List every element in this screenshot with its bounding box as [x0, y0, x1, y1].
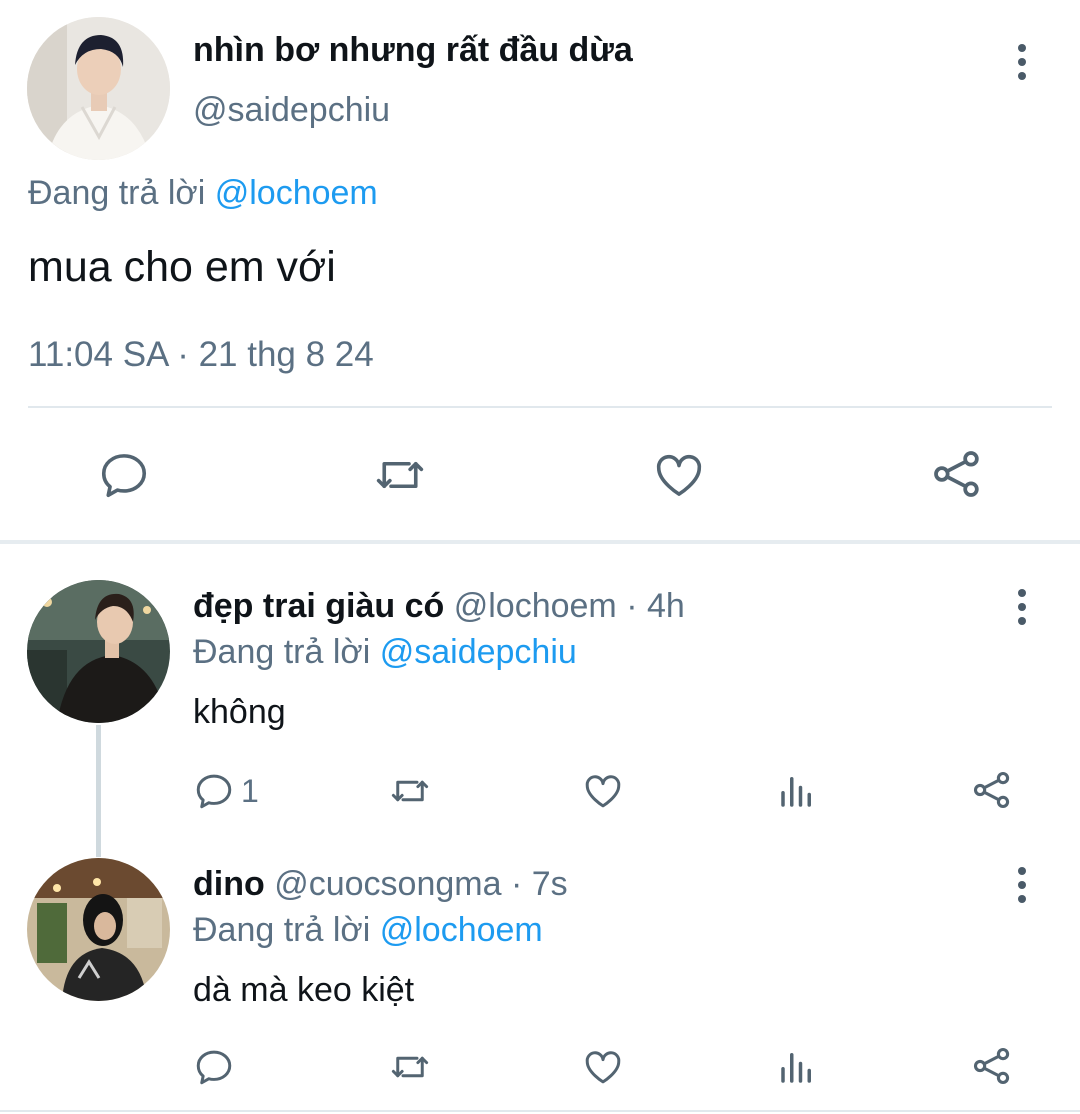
- reply-button[interactable]: [97, 448, 151, 502]
- display-name[interactable]: dino: [193, 865, 265, 903]
- reply-context-label: Đang trả lời: [28, 174, 206, 212]
- reply-icon: [196, 1050, 232, 1085]
- more-icon: [1018, 867, 1026, 875]
- analytics-icon: [781, 777, 811, 807]
- share-button[interactable]: [929, 446, 985, 502]
- tweet-time[interactable]: · 4h: [626, 587, 685, 625]
- retweet-button[interactable]: [388, 770, 432, 812]
- user-handle[interactable]: @cuocsongma: [274, 865, 501, 903]
- reply-context: Đang trả lời @lochoem: [193, 910, 543, 950]
- user-handle[interactable]: @lochoem: [454, 587, 617, 625]
- retweet-button[interactable]: [372, 448, 428, 502]
- reply-context: Đang trả lời @lochoem: [28, 173, 378, 213]
- more-options-button[interactable]: [1008, 589, 1036, 629]
- analytics-button[interactable]: [776, 770, 818, 812]
- divider: [0, 1110, 1080, 1112]
- divider: [28, 406, 1052, 408]
- display-name[interactable]: đẹp trai giàu có: [193, 587, 444, 625]
- section-divider: [0, 540, 1080, 544]
- tweet-text: dà mà keo kiệt: [193, 971, 415, 1009]
- more-icon-dot: [1018, 895, 1026, 903]
- retweet-icon: [391, 780, 429, 802]
- tweet-text: không: [193, 693, 286, 731]
- share-button[interactable]: [970, 1044, 1014, 1088]
- reply-to-link[interactable]: @saidepchiu: [380, 633, 577, 671]
- more-icon: [1018, 44, 1026, 52]
- reply-context: Đang trả lời @saidepchiu: [193, 632, 577, 672]
- share-icon: [934, 451, 979, 497]
- reply-button[interactable]: 1: [193, 770, 259, 812]
- more-options-button[interactable]: [1008, 867, 1036, 907]
- share-button[interactable]: [970, 768, 1014, 812]
- more-icon: [1018, 589, 1026, 597]
- like-button[interactable]: [582, 1046, 624, 1088]
- like-icon: [585, 775, 621, 808]
- reply-icon: [196, 774, 232, 809]
- more-icon-dot: [1018, 58, 1026, 66]
- like-icon: [585, 1051, 621, 1084]
- reply-count: 1: [241, 772, 259, 809]
- reply-to-link[interactable]: @lochoem: [215, 174, 378, 212]
- reply-context-label: Đang trả lời: [193, 911, 371, 949]
- avatar[interactable]: [27, 580, 170, 723]
- retweet-icon: [376, 461, 424, 489]
- tweet-timestamp[interactable]: 11:04 SA · 21 thg 8 24: [28, 334, 374, 376]
- analytics-button[interactable]: [776, 1046, 818, 1088]
- like-button[interactable]: [582, 770, 624, 812]
- more-icon-dot: [1018, 72, 1026, 80]
- more-icon-dot: [1018, 603, 1026, 611]
- avatar[interactable]: [27, 17, 170, 160]
- reply-icon: [101, 454, 147, 498]
- share-icon: [973, 1047, 1010, 1085]
- more-options-button[interactable]: [1008, 44, 1036, 84]
- display-name[interactable]: nhìn bơ nhưng rất đầu dừa: [193, 30, 633, 70]
- analytics-icon: [781, 1053, 811, 1083]
- like-icon: [656, 454, 702, 496]
- like-button[interactable]: [651, 448, 707, 502]
- more-icon-dot: [1018, 881, 1026, 889]
- tweet-text: mua cho em với: [28, 243, 336, 291]
- more-icon-dot: [1018, 617, 1026, 625]
- thread-line: [96, 725, 101, 857]
- reply-to-link[interactable]: @lochoem: [380, 911, 543, 949]
- share-icon: [973, 771, 1010, 809]
- reply-header: đẹp trai giàu có @lochoem · 4h: [193, 586, 685, 626]
- reply-button[interactable]: [193, 1046, 235, 1088]
- user-handle[interactable]: @saidepchiu: [193, 90, 390, 130]
- retweet-icon: [391, 1056, 429, 1078]
- retweet-button[interactable]: [388, 1046, 432, 1088]
- reply-header: dino @cuocsongma · 7s: [193, 864, 568, 904]
- avatar[interactable]: [27, 858, 170, 1001]
- reply-context-label: Đang trả lời: [193, 633, 371, 671]
- tweet-time[interactable]: · 7s: [511, 865, 568, 903]
